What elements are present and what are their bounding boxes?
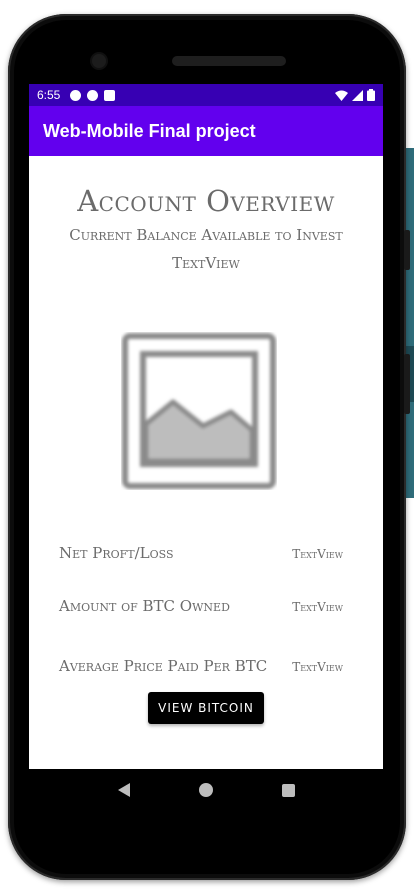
status-bar: 6:55 <box>29 84 383 106</box>
notification-icon <box>87 89 99 101</box>
front-camera <box>92 54 106 68</box>
notification-icon <box>70 89 82 101</box>
net-profit-loss-label: Net Proft/Loss <box>59 544 174 562</box>
balance-value: TextView <box>172 254 240 272</box>
back-icon[interactable] <box>117 783 130 797</box>
system-nav-bar <box>29 769 383 811</box>
status-indicators <box>335 89 375 101</box>
account-overview-content: Account Overview Current Balance Availab… <box>29 156 383 769</box>
balance-label: Current Balance Available to Invest <box>69 226 343 244</box>
app-screen: 6:55 Web-Mobile Final project Account Ov… <box>29 84 383 769</box>
signal-icon <box>352 89 363 101</box>
btc-owned-row: Amount of BTC Owned TextView <box>59 597 343 615</box>
btc-owned-value: TextView <box>292 600 343 614</box>
wifi-icon <box>335 90 348 101</box>
page-title: Account Overview <box>77 184 335 218</box>
status-time: 6:55 <box>37 88 61 102</box>
view-bitcoin-button[interactable]: VIEW BITCOIN <box>148 692 264 724</box>
net-profit-loss-row: Net Proft/Loss TextView <box>59 544 343 562</box>
avg-price-label: Average Price Paid Per BTC <box>59 657 268 675</box>
app-title: Web-Mobile Final project <box>43 120 256 141</box>
avg-price-value: TextView <box>292 660 343 674</box>
earpiece-speaker <box>172 56 286 66</box>
power-button[interactable] <box>404 230 410 270</box>
avg-price-row: Average Price Paid Per BTC TextView <box>59 657 343 675</box>
app-bar: Web-Mobile Final project <box>29 106 383 156</box>
volume-button[interactable] <box>404 354 410 414</box>
sd-card-icon <box>104 89 116 101</box>
battery-icon <box>367 89 375 101</box>
net-profit-loss-value: TextView <box>292 547 343 561</box>
btc-owned-label: Amount of BTC Owned <box>59 597 230 615</box>
image-placeholder-icon <box>122 333 276 489</box>
home-icon[interactable] <box>198 783 213 797</box>
recent-apps-icon[interactable] <box>281 783 295 797</box>
